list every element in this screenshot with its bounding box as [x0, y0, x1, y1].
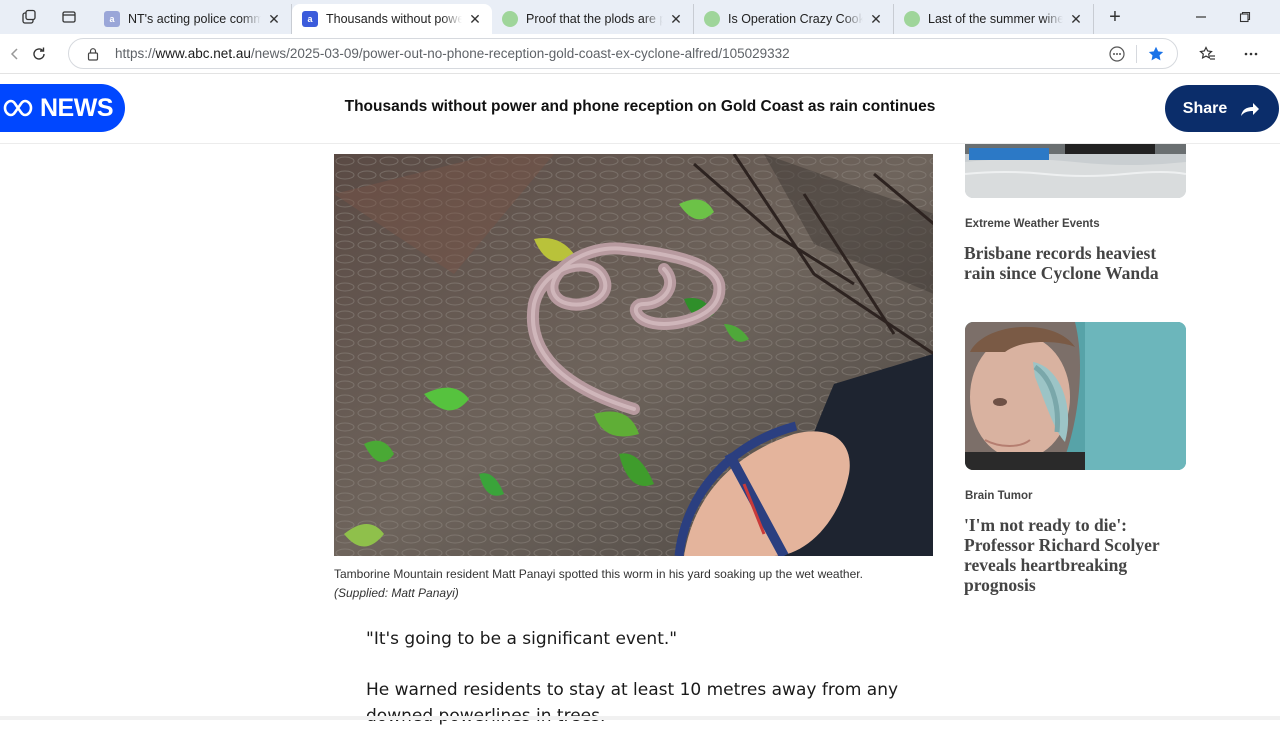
close-tab-icon[interactable]: ✕: [265, 10, 283, 28]
abc-news-favicon-icon: a: [302, 11, 318, 27]
tab-title: NT's acting police commissioner: [128, 12, 261, 26]
favorites-icon[interactable]: [1193, 39, 1223, 69]
close-tab-icon[interactable]: ✕: [1067, 10, 1085, 28]
green-favicon-icon: [904, 11, 920, 27]
image-credit: (Supplied: Matt Panayi): [334, 586, 459, 600]
article-hero-image: [334, 154, 933, 556]
minimize-icon[interactable]: [1178, 0, 1224, 34]
favorite-star-icon[interactable]: [1143, 42, 1169, 66]
image-caption: Tamborine Mountain resident Matt Panayi …: [334, 565, 934, 603]
divider: [1136, 45, 1137, 63]
workspaces-icon[interactable]: [14, 2, 44, 32]
green-favicon-icon: [704, 11, 720, 27]
tab-title: Last of the summer wine is: [928, 12, 1063, 26]
close-tab-icon[interactable]: ✕: [667, 10, 685, 28]
restore-icon[interactable]: [1222, 0, 1268, 34]
tab-title: Is Operation Crazy Cooker: [728, 12, 863, 26]
share-button[interactable]: Share: [1165, 85, 1279, 132]
refresh-icon[interactable]: [24, 39, 54, 69]
settings-more-icon[interactable]: [1236, 39, 1266, 69]
header-article-title: Thousands without power and phone recept…: [344, 98, 936, 115]
article-paragraph: He warned residents to stay at least 10 …: [366, 680, 899, 726]
tab-title: Proof that the plods are part of it: [526, 12, 663, 26]
url-text: https://www.abc.net.au/news/2025-03-09/p…: [115, 46, 790, 61]
article-paragraph: "It's going to be a significant event.": [366, 629, 678, 649]
rail-headline[interactable]: 'I'm not ready to die': Professor Richar…: [964, 515, 1184, 595]
rail-thumbnail-portrait[interactable]: [965, 322, 1186, 470]
close-tab-icon[interactable]: ✕: [867, 10, 885, 28]
lock-icon[interactable]: [85, 46, 101, 62]
rail-category[interactable]: Extreme Weather Events: [965, 218, 1100, 230]
abc-news-favicon-icon: a: [104, 11, 120, 27]
browser-tab[interactable]: a NT's acting police commissioner ✕: [94, 4, 292, 34]
tab-title: Thousands without power and phone recept…: [326, 12, 462, 26]
more-page-options-icon[interactable]: [1104, 42, 1130, 66]
share-label: Share: [1182, 99, 1228, 117]
horizontal-scrollbar[interactable]: [0, 716, 1280, 720]
tab-actions-icon[interactable]: [54, 2, 84, 32]
browser-tab-strip: a NT's acting police commissioner ✕ a Th…: [0, 0, 1280, 34]
rail-category[interactable]: Brain Tumor: [965, 490, 1033, 502]
share-arrow-icon: [1241, 102, 1260, 116]
site-header: NEWS Thousands without power and phone r…: [0, 74, 1280, 144]
browser-tab[interactable]: Is Operation Crazy Cooker ✕: [694, 4, 894, 34]
browser-tab[interactable]: Proof that the plods are part of it ✕: [492, 4, 694, 34]
caption-text: Tamborine Mountain resident Matt Panayi …: [334, 567, 863, 581]
browser-tab-active[interactable]: a Thousands without power and phone rece…: [292, 4, 492, 34]
rail-headline[interactable]: Brisbane records heaviest rain since Cyc…: [964, 243, 1184, 283]
browser-tab[interactable]: Last of the summer wine is ✕: [894, 4, 1094, 34]
new-tab-icon[interactable]: +: [1100, 2, 1130, 32]
rail-thumbnail-flood[interactable]: [965, 144, 1186, 198]
address-bar[interactable]: https://www.abc.net.au/news/2025-03-09/p…: [68, 38, 1178, 69]
green-favicon-icon: [502, 11, 518, 27]
browser-toolbar: https://www.abc.net.au/news/2025-03-09/p…: [0, 34, 1280, 74]
close-tab-icon[interactable]: ✕: [466, 10, 484, 28]
